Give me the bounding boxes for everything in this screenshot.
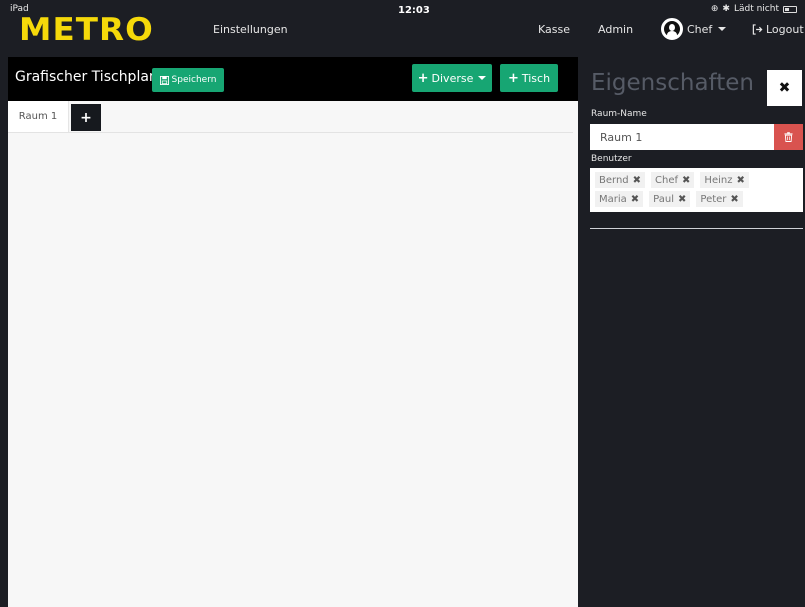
status-indicators: ⊕ ✱ Lädt nicht <box>711 4 797 14</box>
chevron-down-icon <box>718 27 727 31</box>
editor-toolbar: Grafischer Tischplan Speichern + Diverse… <box>8 57 578 101</box>
tisch-label: Tisch <box>521 71 551 85</box>
add-diverse-button[interactable]: + Diverse <box>412 64 492 92</box>
logout-link[interactable]: Logout <box>752 23 804 36</box>
tab-divider <box>8 132 573 133</box>
plus-icon: + <box>80 109 92 126</box>
remove-icon[interactable]: ✖ <box>730 194 738 205</box>
remove-icon[interactable]: ✖ <box>631 194 639 205</box>
tab-raum-1[interactable]: Raum 1 <box>8 101 69 132</box>
user-tag-label: Bernd <box>599 174 629 186</box>
user-name: Chef <box>687 22 713 36</box>
close-panel-button[interactable]: ✖ <box>767 70 802 106</box>
user-icon <box>664 21 680 38</box>
charging-status: Lädt nicht <box>733 4 779 14</box>
floor-plan-canvas[interactable]: Raum 1 + <box>8 101 578 607</box>
users-label: Benutzer <box>591 154 632 164</box>
save-label: Speichern <box>171 75 217 85</box>
remove-icon[interactable]: ✖ <box>633 175 641 186</box>
user-tag-label: Peter <box>700 193 727 205</box>
logout-label: Logout <box>766 23 804 36</box>
chevron-down-icon <box>478 76 487 80</box>
add-table-button[interactable]: + Tisch <box>500 64 558 92</box>
bluetooth-icon: ✱ <box>722 4 730 14</box>
properties-title: Eigenschaften <box>591 70 754 96</box>
room-name-label: Raum-Name <box>591 109 647 119</box>
remove-icon[interactable]: ✖ <box>678 194 686 205</box>
user-tag: Chef ✖ <box>651 172 695 188</box>
close-icon: ✖ <box>778 80 791 96</box>
user-tag: Heinz ✖ <box>700 172 749 188</box>
user-tag-label: Maria <box>599 193 627 205</box>
lock-rotation-icon: ⊕ <box>710 4 719 14</box>
nav-kasse[interactable]: Kasse <box>538 23 570 36</box>
delete-room-button[interactable] <box>774 124 803 150</box>
remove-icon[interactable]: ✖ <box>682 175 690 186</box>
avatar <box>661 18 683 40</box>
user-menu[interactable]: Chef <box>661 18 727 40</box>
metro-logo[interactable]: METRO <box>19 13 154 47</box>
logout-icon <box>752 24 763 35</box>
remove-icon[interactable]: ✖ <box>736 175 744 186</box>
plus-icon: + <box>507 70 519 86</box>
panel-divider <box>590 228 803 229</box>
diverse-label: Diverse <box>431 71 474 85</box>
room-name-input[interactable]: Raum 1 <box>590 124 774 150</box>
user-tag-label: Chef <box>655 174 679 186</box>
user-tag: Peter ✖ <box>696 191 743 207</box>
status-time: 12:03 <box>398 5 430 16</box>
nav-einstellungen[interactable]: Einstellungen <box>213 23 288 36</box>
trash-icon <box>784 132 793 142</box>
add-room-button[interactable]: + <box>71 104 101 131</box>
plus-icon: + <box>417 70 429 86</box>
battery-icon <box>783 5 797 13</box>
floppy-disk-icon <box>159 75 169 85</box>
user-tag-label: Paul <box>653 193 674 205</box>
users-tag-input[interactable]: Bernd ✖ Chef ✖ Heinz ✖ Maria ✖ Paul ✖ Pe… <box>590 168 803 212</box>
user-tag: Bernd ✖ <box>595 172 646 188</box>
user-tag: Paul ✖ <box>649 191 691 207</box>
user-tag: Maria ✖ <box>595 191 644 207</box>
nav-admin[interactable]: Admin <box>598 23 633 36</box>
user-tag-label: Heinz <box>704 174 733 186</box>
page-title: Grafischer Tischplan <box>15 69 158 85</box>
save-button[interactable]: Speichern <box>152 68 224 92</box>
